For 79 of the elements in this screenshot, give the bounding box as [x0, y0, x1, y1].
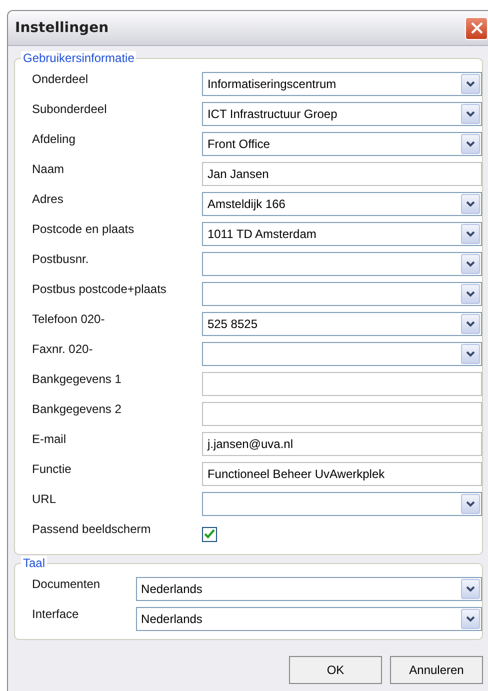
dropdown-field[interactable]: Nederlands [136, 607, 482, 631]
field-value: Informatiseringscentrum [207, 77, 336, 91]
field-label: Subonderdeel [32, 101, 108, 118]
dropdown-field[interactable]: 525 8525 [202, 312, 482, 336]
field-value: Functioneel Beheer UvAwerkplek [207, 467, 385, 481]
field-label: Onderdeel [32, 71, 90, 88]
chevron-down-icon [466, 291, 475, 297]
group-title: Taal [21, 556, 48, 570]
close-icon [470, 22, 482, 34]
input-field[interactable]: j.jansen@uva.nl [202, 432, 482, 456]
dropdown-button[interactable] [461, 254, 480, 274]
field-value: Amsteldijk 166 [207, 197, 286, 211]
dropdown-button[interactable] [461, 494, 480, 514]
chevron-down-icon [466, 586, 475, 592]
field-label: Telefoon 020- [32, 311, 106, 328]
checkmark-icon [204, 529, 216, 539]
dropdown-button[interactable] [461, 314, 480, 334]
group-title: Gebruikersinformatie [21, 51, 136, 65]
dropdown-field[interactable]: Informatiseringscentrum [202, 72, 482, 96]
chevron-down-icon [466, 201, 475, 207]
dropdown-button[interactable] [461, 194, 480, 214]
chevron-down-icon [466, 261, 475, 267]
dropdown-field[interactable]: ICT Infrastructuur Groep [202, 102, 482, 126]
field-value: Front Office [207, 137, 270, 151]
input-field[interactable]: Functioneel Beheer UvAwerkplek [202, 462, 482, 486]
chevron-down-icon [466, 81, 475, 87]
field-label: Faxnr. 020- [32, 341, 94, 358]
chevron-down-icon [466, 231, 475, 237]
field-label: Naam [32, 161, 66, 178]
input-field[interactable] [202, 402, 482, 426]
dropdown-field[interactable]: Front Office [202, 132, 482, 156]
chevron-down-icon [466, 351, 475, 357]
dropdown-field[interactable]: Amsteldijk 166 [202, 192, 482, 216]
field-label: Functie [32, 461, 72, 478]
dropdown-field[interactable] [202, 282, 482, 306]
dropdown-field[interactable] [202, 252, 482, 276]
field-value: Nederlands [141, 612, 202, 626]
dialog-button[interactable]: OK [289, 656, 382, 684]
dropdown-field[interactable]: 1011 TD Amsterdam [202, 222, 482, 246]
dropdown-button[interactable] [461, 224, 480, 244]
field-value: 1011 TD Amsterdam [207, 227, 316, 241]
field-label: URL [32, 491, 58, 508]
field-label: Bankgegevens 2 [32, 401, 122, 418]
chevron-down-icon [466, 111, 475, 117]
field-label: Postcode en plaats [32, 221, 136, 238]
input-field[interactable]: Jan Jansen [202, 162, 482, 186]
field-label: Documenten [32, 576, 100, 593]
field-value: j.jansen@uva.nl [207, 437, 294, 451]
dialog-button[interactable]: Annuleren [390, 656, 483, 684]
dropdown-field[interactable]: Nederlands [136, 577, 482, 601]
dropdown-button[interactable] [461, 284, 480, 304]
dropdown-field[interactable] [202, 342, 482, 366]
dropdown-button[interactable] [461, 74, 480, 94]
field-label: Afdeling [32, 131, 76, 148]
input-field[interactable] [202, 372, 482, 396]
field-value: Nederlands [141, 582, 202, 596]
field-label: Interface [32, 606, 80, 623]
field-value: 525 8525 [207, 317, 258, 331]
field-label: Postbus postcode+plaats [32, 281, 166, 298]
dropdown-button[interactable] [461, 134, 480, 154]
close-button[interactable] [465, 16, 488, 40]
chevron-down-icon [466, 141, 475, 147]
field-value: Jan Jansen [207, 167, 269, 181]
field-label: Bankgegevens 1 [32, 371, 122, 388]
chevron-down-icon [466, 501, 475, 507]
dropdown-button[interactable] [461, 579, 480, 599]
field-label: E-mail [32, 431, 68, 448]
chevron-down-icon [466, 321, 475, 327]
dropdown-button[interactable] [461, 344, 480, 364]
chevron-down-icon [466, 616, 475, 622]
field-value: ICT Infrastructuur Groep [207, 107, 338, 121]
dropdown-button[interactable] [461, 104, 480, 124]
dropdown-field[interactable] [202, 492, 482, 516]
checkbox[interactable] [202, 526, 218, 542]
field-label: Postbusnr. [32, 251, 90, 268]
window-title: Instellingen [15, 20, 109, 36]
dropdown-button[interactable] [461, 609, 480, 629]
field-label: Adres [32, 191, 64, 208]
field-label: Passend beeldscherm [32, 521, 152, 538]
